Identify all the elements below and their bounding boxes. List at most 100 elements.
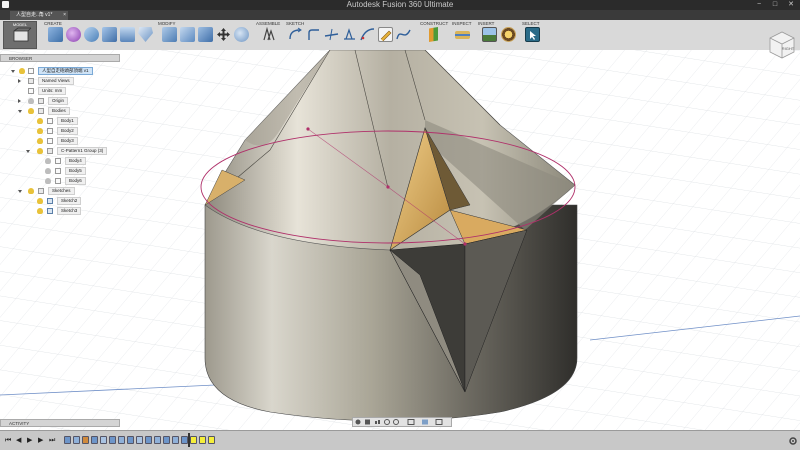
timeline-feature[interactable] bbox=[100, 436, 107, 444]
browser-item-body4[interactable]: Body4 bbox=[0, 157, 120, 165]
timeline-feature[interactable] bbox=[73, 436, 80, 444]
timeline-feature[interactable] bbox=[163, 436, 170, 444]
browser-item-origin[interactable]: Origin bbox=[0, 97, 120, 105]
browser-item-body2[interactable]: Body2 bbox=[0, 127, 120, 135]
display-settings-icon[interactable] bbox=[407, 419, 415, 425]
viewports-icon[interactable] bbox=[435, 419, 443, 425]
fillet-icon[interactable] bbox=[180, 27, 195, 42]
browser-item-body5[interactable]: Body5 bbox=[0, 167, 120, 175]
grid-settings-icon[interactable] bbox=[422, 419, 428, 425]
modify-group: MODIFY bbox=[158, 20, 254, 50]
workspace-switcher[interactable]: MODEL bbox=[3, 21, 37, 49]
browser-header[interactable]: BROWSER bbox=[0, 54, 120, 62]
measure-icon[interactable] bbox=[455, 31, 470, 39]
shell-icon[interactable] bbox=[138, 27, 153, 42]
sketch-group-label: SKETCH bbox=[286, 21, 305, 26]
trim-icon[interactable] bbox=[324, 27, 339, 42]
document-tab[interactable]: 人型自走..角 v1* × bbox=[10, 11, 68, 20]
step-forward-button[interactable]: ▶ bbox=[38, 436, 43, 445]
close-button[interactable]: ✕ bbox=[784, 0, 798, 10]
fit-icon[interactable] bbox=[393, 419, 399, 425]
activity-panel[interactable]: ACTIVITY bbox=[0, 419, 120, 427]
timeline-feature[interactable] bbox=[118, 436, 125, 444]
press-pull-icon[interactable] bbox=[162, 27, 177, 42]
go-to-end-button[interactable]: ⏭ bbox=[49, 436, 55, 445]
orbit-icon[interactable] bbox=[355, 419, 361, 425]
zoom-icon[interactable] bbox=[384, 419, 390, 425]
browser-item-sketches[interactable]: Sketches bbox=[0, 187, 120, 195]
timeline-marker[interactable] bbox=[188, 433, 190, 447]
image-icon[interactable] bbox=[482, 27, 497, 42]
sphere-modify-icon[interactable] bbox=[234, 27, 249, 42]
browser-item-units[interactable]: Units: mm bbox=[0, 87, 120, 95]
browser-item-body1[interactable]: Body1 bbox=[0, 117, 120, 125]
assemble-group: ASSEMBLE bbox=[256, 20, 282, 50]
browser-item-pattern-group[interactable]: C-Pattern1 Group (3) bbox=[0, 147, 120, 155]
timeline-feature[interactable] bbox=[190, 436, 197, 444]
browser-item-label: Units: mm bbox=[38, 87, 67, 95]
sphere-icon[interactable] bbox=[66, 27, 81, 42]
box-icon[interactable] bbox=[48, 27, 63, 42]
window-title: Autodesk Fusion 360 Ultimate bbox=[346, 0, 454, 9]
joint-icon[interactable] bbox=[261, 26, 276, 42]
timeline-feature[interactable] bbox=[145, 436, 152, 444]
timeline-bar: ⏮ ◀ ▶ ▶ ⏭ bbox=[0, 430, 800, 450]
timeline-feature[interactable] bbox=[109, 436, 116, 444]
maximize-button[interactable]: □ bbox=[768, 0, 782, 10]
title-bar: Autodesk Fusion 360 Ultimate − □ ✕ bbox=[0, 0, 800, 10]
gear-icon[interactable] bbox=[788, 436, 798, 446]
select-icon[interactable] bbox=[525, 27, 540, 42]
browser-item-sketch2[interactable]: Sketch2 bbox=[0, 197, 120, 205]
play-button[interactable]: ▶ bbox=[27, 436, 32, 445]
construct-group-label: CONSTRUCT bbox=[420, 21, 449, 26]
browser-item-body6[interactable]: Body6 bbox=[0, 177, 120, 185]
minimize-button[interactable]: − bbox=[752, 0, 766, 10]
timeline-feature[interactable] bbox=[127, 436, 134, 444]
browser-panel: BROWSER 人型自走砲頭部頂端 v1 Named Views Units: … bbox=[0, 54, 120, 220]
browser-item-root[interactable]: 人型自走砲頭部頂端 v1 bbox=[0, 67, 120, 75]
timeline-feature[interactable] bbox=[181, 436, 188, 444]
close-tab-icon[interactable]: × bbox=[63, 11, 66, 20]
timeline-feature[interactable] bbox=[154, 436, 161, 444]
revolve-icon[interactable] bbox=[84, 27, 99, 42]
timeline-feature[interactable] bbox=[91, 436, 98, 444]
timeline-feature[interactable] bbox=[208, 436, 215, 444]
browser-item-sketch3[interactable]: Sketch3 bbox=[0, 207, 120, 215]
sketch-group: SKETCH bbox=[286, 20, 416, 50]
edit-sketch-icon[interactable] bbox=[378, 27, 393, 42]
view-cube[interactable]: RIGHT bbox=[764, 26, 798, 60]
timeline-features bbox=[60, 431, 230, 450]
dimension-icon[interactable] bbox=[342, 27, 357, 42]
sketch-center-point[interactable] bbox=[386, 185, 390, 189]
timeline-feature[interactable] bbox=[64, 436, 71, 444]
fillet-sketch-icon[interactable] bbox=[306, 27, 321, 42]
go-to-start-button[interactable]: ⏮ bbox=[5, 436, 11, 445]
timeline-feature[interactable] bbox=[172, 436, 179, 444]
spline-icon[interactable] bbox=[360, 27, 375, 42]
timeline-feature[interactable] bbox=[136, 436, 143, 444]
pan-icon[interactable] bbox=[375, 420, 380, 424]
browser-item-label: Body5 bbox=[65, 167, 86, 175]
browser-item-named-views[interactable]: Named Views bbox=[0, 77, 120, 85]
look-at-icon[interactable] bbox=[365, 419, 370, 425]
combine-icon[interactable] bbox=[198, 27, 213, 42]
step-back-button[interactable]: ◀ bbox=[16, 436, 21, 445]
plane-icon[interactable] bbox=[429, 27, 438, 42]
sketch-point[interactable] bbox=[306, 127, 310, 131]
timeline-feature[interactable] bbox=[199, 436, 206, 444]
browser-item-label: 人型自走砲頭部頂端 v1 bbox=[38, 67, 93, 75]
viewport-canvas[interactable] bbox=[0, 50, 800, 430]
sketch-point[interactable] bbox=[463, 242, 467, 246]
pipe-icon[interactable] bbox=[102, 27, 117, 42]
arc-icon[interactable] bbox=[288, 27, 303, 42]
mesh-icon[interactable] bbox=[501, 27, 516, 42]
browser-item-body3[interactable]: Body3 bbox=[0, 137, 120, 145]
curve-icon[interactable] bbox=[396, 27, 411, 42]
browser-item-label: Body3 bbox=[57, 137, 78, 145]
model-workspace-icon bbox=[13, 27, 32, 42]
browser-item-label: Origin bbox=[48, 97, 69, 105]
extrude-icon[interactable] bbox=[120, 27, 135, 42]
timeline-feature[interactable] bbox=[82, 436, 89, 444]
browser-item-bodies[interactable]: Bodies bbox=[0, 107, 120, 115]
move-icon[interactable] bbox=[216, 27, 231, 42]
